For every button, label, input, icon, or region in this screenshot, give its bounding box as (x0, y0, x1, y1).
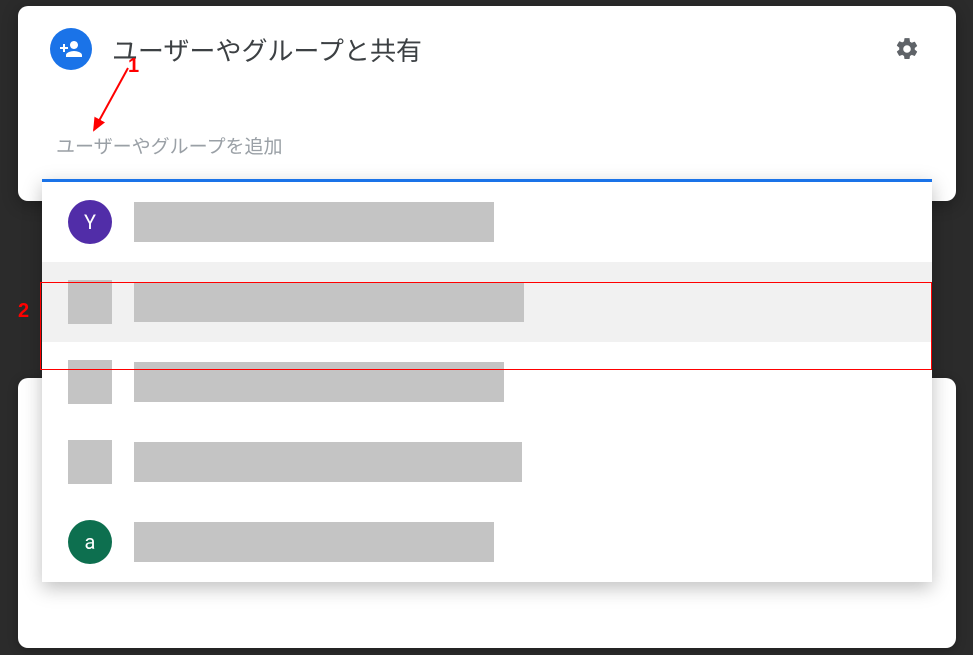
avatar: a (68, 520, 112, 564)
suggestion-item[interactable] (42, 262, 932, 342)
annotation-number: 2 (18, 300, 29, 323)
suggestion-item[interactable] (42, 422, 932, 502)
redacted-name (134, 522, 494, 562)
avatar: Y (68, 200, 112, 244)
suggestion-dropdown: Y a (42, 179, 932, 582)
input-placeholder-text: ユーザーやグループを追加 (50, 132, 924, 165)
avatar (68, 360, 112, 404)
gear-icon (894, 36, 920, 62)
avatar (68, 280, 112, 324)
dialog-title: ユーザーやグループと共有 (112, 31, 870, 68)
dialog-header: ユーザーやグループと共有 (50, 28, 924, 70)
add-people-input[interactable]: ユーザーやグループを追加 (50, 132, 924, 165)
suggestion-item[interactable] (42, 342, 932, 422)
share-header-icon (50, 28, 92, 70)
redacted-name (134, 202, 494, 242)
redacted-name (134, 282, 524, 322)
person-add-icon (59, 37, 83, 61)
redacted-name (134, 442, 522, 482)
settings-button[interactable] (890, 32, 924, 66)
redacted-name (134, 362, 504, 402)
avatar (68, 440, 112, 484)
suggestion-item[interactable]: a (42, 502, 932, 582)
suggestion-item[interactable]: Y (42, 182, 932, 262)
share-dialog: ユーザーやグループと共有 ユーザーやグループを追加 (18, 6, 956, 201)
